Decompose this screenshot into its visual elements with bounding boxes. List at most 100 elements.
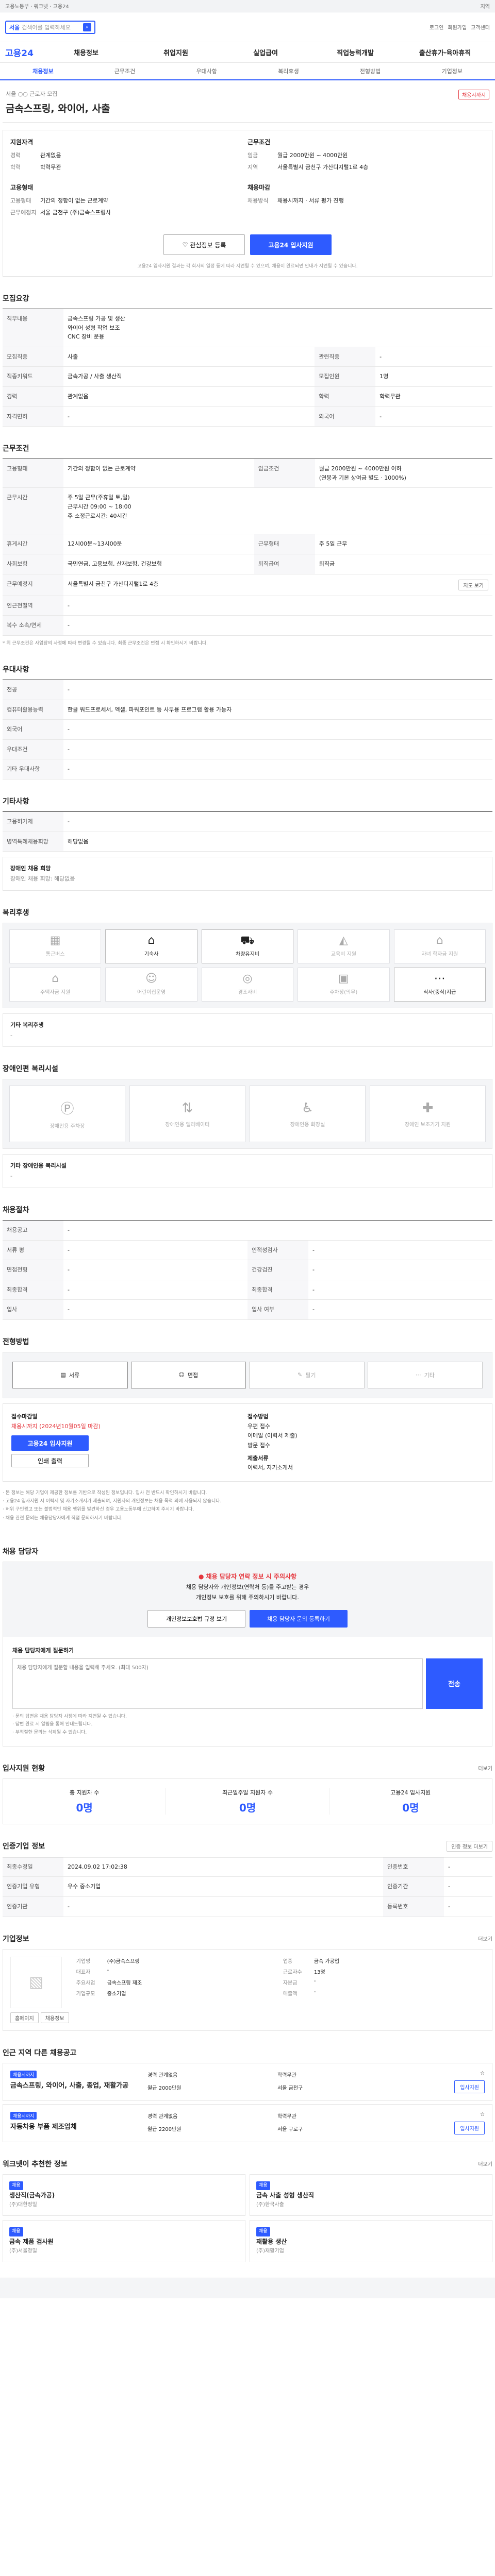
search-box[interactable]: 서울 검색어를 입력하세요 ⌕ [5,20,95,34]
company-jobs-button[interactable]: 채용정보 [40,2012,69,2023]
row-value: 한글 워드프로세서, 엑셀, 파워포인트 등 사무용 프로그램 활용 가능자 [63,700,492,720]
row-value: 관계없음 [63,386,315,407]
row-key: 최종수정일 [3,1857,63,1877]
row-value: - [63,1299,248,1320]
kv-key: 지역 [248,163,258,171]
deadline-badge: 채용시까지 [458,90,489,99]
region-link[interactable]: 지역 [481,2,490,10]
more-link[interactable]: 더보기 [478,2160,492,2167]
disabled-grid: Ⓟ 장애인용 주차장 ⇅ 장애인용 엘리베이터 ♿ 장애인용 화장실 ✚ 장애인 보조기… [3,1079,492,1149]
nav-item-support[interactable]: 취업지원 [131,47,221,57]
tab-company[interactable]: 기업정보 [411,67,493,75]
condition-footnote: * 위 근무조건은 사업장의 사정에 따라 변경될 수 있습니다. 최종 근무조… [3,640,208,646]
warning-line: 개인정보 보호를 위해 주의하시기 바랍니다. [196,1594,299,1601]
condition-heading: 근무조건 [248,139,271,146]
card-title[interactable]: 재활용 생산 [256,2236,486,2247]
tab-conditions[interactable]: 근무조건 [84,67,166,75]
row-key: 외국어 [315,406,376,427]
star-icon[interactable]: ☆ [480,2112,485,2117]
apply-button[interactable]: 고용24 입사지원 [250,234,332,255]
card-company: (주)대한정밀 [9,2202,37,2208]
tab-preference[interactable]: 우대사항 [166,67,248,75]
car-icon: ⛟ [240,934,255,947]
inquiry-button[interactable]: 채용 담당자 문의 등록하기 [250,1609,348,1628]
card-title[interactable]: 생산직(금속가공) [9,2190,239,2200]
row-key: 인증기업 유형 [3,1876,63,1897]
nav-item-benefit[interactable]: 실업급여 [221,47,310,57]
nearby-item[interactable]: 채용시까지 자동차용 부품 제조업체 경력 관계없음 학력무관 월급 2200만원… [3,2104,492,2142]
map-button[interactable]: 지도 보기 [458,579,488,590]
welfare-tile: ▣ 주차장(의무) [298,967,390,1002]
apply-button-2[interactable]: 고용24 입사지원 [11,1435,89,1451]
stat-label: 최근일주일 지원자 수 [222,1789,273,1796]
alert-icon: ● [198,1572,204,1580]
homepage-button[interactable]: 홈페이지 [10,2012,39,2023]
nearby-title[interactable]: 금속스프링, 와이어, 사출, 종업, 재활가공 [10,2081,139,2091]
nearby-title[interactable]: 자동차용 부품 제조업체 [10,2123,139,2132]
recommend-grid: 채용 생산직(금속가공) (주)대한정밀 채용 금속 사출 성형 생산직 (주)한국사출… [3,2174,492,2263]
tab-recruit[interactable]: 채용정보 [2,67,84,75]
question-textarea[interactable] [12,1658,423,1709]
condition-table: 고용형태 기간의 정함이 없는 근로계약 임금조건 월급 2000만원 ~ 4000만… [3,459,492,636]
nearby-apply-button[interactable]: 입사지원 [454,2080,485,2093]
more-link[interactable]: 더보기 [478,1935,492,1942]
privacy-button[interactable]: 개인정보보호법 규정 보기 [147,1609,245,1628]
print-button[interactable]: 인쇄 출력 [11,1454,89,1468]
card-title[interactable]: 금속 사출 성형 생산직 [256,2190,486,2200]
kv-value: 기간의 정함이 없는 근로계약 [40,197,108,204]
nav-item-jobs[interactable]: 채용정보 [41,47,131,57]
tab-welfare[interactable]: 복리후생 [248,67,329,75]
heart-icon: ♡ [182,241,188,248]
method-title: 접수방법 [248,1413,269,1420]
row-value: 2024.09.02 17:02:38 [63,1857,384,1877]
help-link[interactable]: 고객센터 [471,23,490,31]
card-title[interactable]: 금속 제품 검사원 [9,2236,239,2247]
qa-note: · 답변 완료 시 알림을 통해 안내드립니다. [12,1722,93,1727]
section-title: 입사지원 현황 [3,1764,45,1773]
nav-item-leave[interactable]: 출산휴가·육아휴직 [400,47,490,57]
house-icon: ⌂ [52,972,59,986]
tab-method[interactable]: 전형방법 [329,67,411,75]
tile-label: 식사(중식)지급 [423,990,456,996]
qa-note: · 문의 답변은 채용 담당자 사정에 따라 지연될 수 있습니다. [12,1714,127,1719]
box-title: 기타 장애인용 복리시설 [10,1162,67,1170]
tile-label: 자녀 학자금 지원 [421,952,458,958]
summary-right: 근무조건 임금 월급 2000만원 ~ 4000만원 지역 서울특별시 금천구 가산… [248,138,485,220]
nearby-info: 경력 관계없음 [147,2072,178,2078]
signup-link[interactable]: 회원가입 [448,23,467,31]
recommend-section: 워크넷이 추천한 정보 더보기 채용 생산직(금속가공) (주)대한정밀 채용 금속 사… [3,2159,492,2263]
site-logo[interactable]: 고용24 [5,46,41,59]
notice-list: · 본 정보는 해당 기업이 제공한 정보를 기반으로 작성된 정보입니다. 입… [3,1482,492,1530]
nearby-item[interactable]: 채용시까지 금속스프링, 와이어, 사출, 종업, 재활가공 경력 관계없음 학력… [3,2062,492,2101]
send-button[interactable]: 전송 [426,1658,483,1709]
process-section: 채용절차 채용공고 - 서류 평 - 인적성검사 - 면접전형 - 건강검진 - 최종합격 - 최… [3,1205,492,1320]
row-key: 입사 여부 [248,1299,308,1320]
nearby-apply-button[interactable]: 입사지원 [454,2121,485,2134]
mode-label: 면접 [187,1371,199,1379]
elevator-icon: ⇅ [182,1100,193,1116]
deadline-title: 접수마감일 [11,1413,38,1420]
nearby-info: 학력무관 [277,2113,296,2120]
kv-value: 금속 가공업 [314,1958,339,1964]
more-link[interactable]: 인증 정보 더보기 [447,1840,492,1852]
star-icon[interactable]: ☆ [480,2071,485,2076]
login-link[interactable]: 로그인 [430,23,444,31]
mode-label: 필기 [305,1371,316,1379]
row-key: 직무내용 [3,309,63,347]
row-value: - [63,739,492,760]
recommend-card[interactable]: 채용 생산직(금속가공) (주)대한정밀 [3,2174,245,2216]
row-value: - [308,1280,492,1300]
section-title: 기업정보 [3,1935,29,1943]
row-key: 관련직종 [315,347,376,367]
recommend-card[interactable]: 채용 금속 사출 성형 생산직 (주)한국사출 [250,2174,492,2216]
recommend-card[interactable]: 채용 재활용 생산 (주)재활기업 [250,2220,492,2263]
nav-item-training[interactable]: 직업능력개발 [310,47,400,57]
preference-table: 전공 - 컴퓨터활용능력 한글 워드프로세서, 엑셀, 파워포인트 등 사무용 프로… [3,680,492,779]
more-link[interactable]: 더보기 [478,1764,492,1772]
recommend-card[interactable]: 채용 금속 제품 검사원 (주)서울정밀 [3,2220,245,2263]
favorite-button[interactable]: ♡ 관심정보 등록 [163,234,245,255]
method-section: 전형방법 ▤ 서류 ☺ 면접 ✎ 필기 ⋯ 기타 접수마감일 채용시까지 (2024년1… [3,1336,492,1530]
search-input[interactable]: 검색어를 입력하세요 [22,23,81,31]
row-key: 최종합격 [248,1280,308,1300]
search-icon[interactable]: ⌕ [83,23,91,31]
